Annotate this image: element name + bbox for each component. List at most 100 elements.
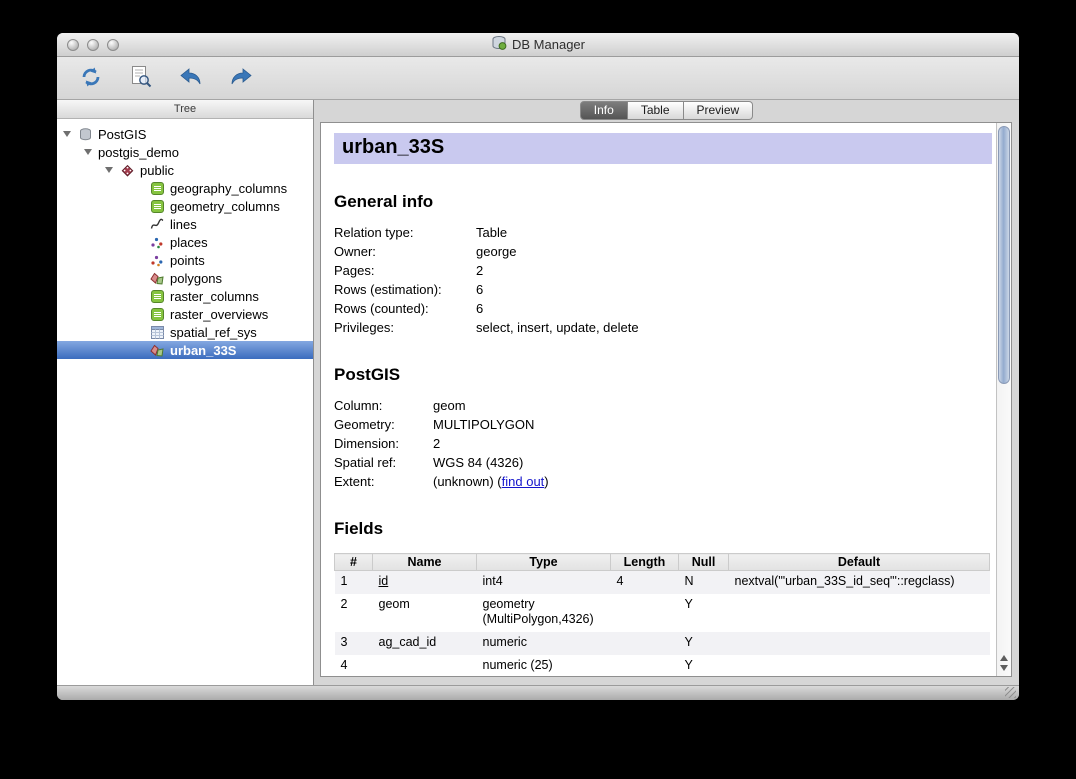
col-header-name: Name (373, 554, 477, 571)
tree-item-raster-columns[interactable]: raster_columns (57, 287, 313, 305)
tree-item-polygons[interactable]: polygons (57, 269, 313, 287)
info-value: WGS 84 (4326) (433, 453, 523, 472)
close-button[interactable] (67, 39, 79, 51)
db-tree: PostGIS postgis_demo public geography_co… (57, 119, 313, 685)
detail-panel: Info Table Preview urban_33S General inf… (314, 100, 1019, 685)
tab-bar: Info Table Preview (314, 100, 1019, 120)
tree-item-label: spatial_ref_sys (170, 325, 257, 340)
info-label: Dimension: (334, 434, 433, 453)
info-pane: urban_33S General info Relation type:Tab… (320, 122, 1012, 677)
info-value: 2 (433, 434, 440, 453)
table-row: 3 ag_cad_id numeric Y (335, 632, 990, 655)
point-layer-icon (149, 253, 165, 268)
scrollbar-buttons (997, 655, 1011, 671)
resize-grip-icon[interactable] (1005, 687, 1016, 698)
refresh-button[interactable] (75, 62, 107, 94)
db-manager-app-icon (491, 35, 507, 54)
tab-info[interactable]: Info (580, 101, 628, 120)
info-row: Privileges:select, insert, update, delet… (334, 318, 994, 337)
tab-table[interactable]: Table (628, 101, 684, 120)
cell-default: nextval('"urban_33S_id_seq"'::regclass) (729, 571, 990, 595)
table-row: 4 numeric (25) Y (335, 655, 990, 676)
export-layer-icon (228, 66, 254, 91)
polygon-layer-icon (149, 271, 165, 286)
info-row-extent: Extent: (unknown) (find out) (334, 472, 994, 491)
cell-null: Y (679, 632, 729, 655)
tree-item-label: postgis_demo (98, 145, 179, 160)
cell-type: numeric (25) (477, 655, 611, 676)
sql-window-button[interactable] (125, 62, 157, 94)
minimize-button[interactable] (87, 39, 99, 51)
col-header-default: Default (729, 554, 990, 571)
table-row: 2 geom geometry (MultiPolygon,4326) Y (335, 594, 990, 632)
info-value: Table (476, 223, 507, 242)
cell-default (729, 632, 990, 655)
scroll-up-icon[interactable] (1000, 655, 1008, 661)
cell-length: 4 (611, 571, 679, 595)
main-area: Tree PostGIS postgis_demo public (57, 100, 1019, 685)
extent-prefix: (unknown) ( (433, 474, 502, 489)
cell-null: Y (679, 594, 729, 632)
tree-item-lines[interactable]: lines (57, 215, 313, 233)
tree-item-label: lines (170, 217, 197, 232)
cell-length (611, 655, 679, 676)
tree-item-raster-overviews[interactable]: raster_overviews (57, 305, 313, 323)
scrollbar-thumb[interactable] (998, 126, 1010, 384)
tree-item-label: raster_overviews (170, 307, 268, 322)
find-out-link[interactable]: find out (502, 474, 545, 489)
tree-panel-header: Tree (57, 100, 313, 119)
tree-item-label: geometry_columns (170, 199, 280, 214)
tree-item-postgis[interactable]: PostGIS (57, 125, 313, 143)
section-heading-fields: Fields (334, 519, 994, 539)
info-row: Rows (estimation):6 (334, 280, 994, 299)
info-row: Pages:2 (334, 261, 994, 280)
line-layer-icon (149, 217, 165, 232)
tree-item-public[interactable]: public (57, 161, 313, 179)
info-row: Relation type:Table (334, 223, 994, 242)
tree-item-postgis-demo[interactable]: postgis_demo (57, 143, 313, 161)
info-label: Rows (estimation): (334, 280, 476, 299)
table-grid-icon (149, 325, 165, 340)
cell-num: 3 (335, 632, 373, 655)
tree-item-places[interactable]: places (57, 233, 313, 251)
table-icon (149, 181, 165, 196)
tab-preview[interactable]: Preview (684, 101, 754, 120)
expander-icon[interactable] (63, 131, 71, 137)
tree-item-label: geography_columns (170, 181, 287, 196)
tree-item-geography-columns[interactable]: geography_columns (57, 179, 313, 197)
info-value: 6 (476, 280, 483, 299)
tree-item-spatial-ref-sys[interactable]: spatial_ref_sys (57, 323, 313, 341)
cell-name: ag_cad_id (373, 632, 477, 655)
info-label: Pages: (334, 261, 476, 280)
scroll-down-icon[interactable] (1000, 665, 1008, 671)
cell-length (611, 594, 679, 632)
zoom-button[interactable] (107, 39, 119, 51)
info-label: Column: (334, 396, 433, 415)
polygon-layer-icon (149, 343, 165, 358)
expander-icon[interactable] (105, 167, 113, 173)
vertical-scrollbar[interactable] (996, 123, 1011, 676)
info-label: Rows (counted): (334, 299, 476, 318)
export-layer-button[interactable] (225, 62, 257, 94)
page-title: urban_33S (334, 133, 992, 164)
fields-table: # Name Type Length Null Default 1 (334, 553, 990, 676)
window-controls (67, 39, 119, 51)
tree-item-urban-33s[interactable]: urban_33S (57, 341, 313, 359)
cell-name: geom (373, 594, 477, 632)
point-layer-icon (149, 235, 165, 250)
cell-default (729, 655, 990, 676)
refresh-icon (79, 65, 103, 92)
tree-item-points[interactable]: points (57, 251, 313, 269)
info-row: Rows (counted):6 (334, 299, 994, 318)
tree-item-geometry-columns[interactable]: geometry_columns (57, 197, 313, 215)
info-label: Relation type: (334, 223, 476, 242)
fields-header-row: # Name Type Length Null Default (335, 554, 990, 571)
info-label: Extent: (334, 472, 433, 491)
tree-item-label: places (170, 235, 208, 250)
import-layer-button[interactable] (175, 62, 207, 94)
cell-null: N (679, 571, 729, 595)
titlebar[interactable]: DB Manager (57, 33, 1019, 57)
expander-icon[interactable] (84, 149, 92, 155)
section-heading-postgis: PostGIS (334, 365, 994, 385)
toolbar (57, 57, 1019, 100)
